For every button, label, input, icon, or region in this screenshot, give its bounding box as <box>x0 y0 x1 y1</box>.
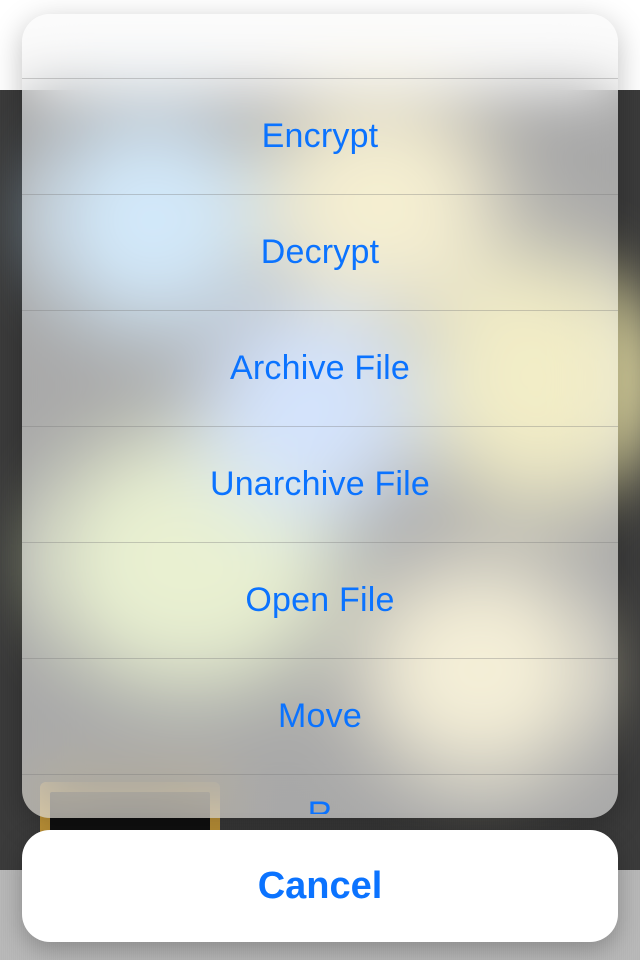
option-label: Unarchive File <box>210 465 430 504</box>
option-label: Archive File <box>230 349 410 388</box>
option-label: Open File <box>245 581 394 620</box>
option-move[interactable]: Move <box>22 658 618 774</box>
option-next-partial[interactable]: R <box>22 774 618 814</box>
cancel-button[interactable]: Cancel <box>22 830 618 942</box>
option-open-file[interactable]: Open File <box>22 542 618 658</box>
option-label: R <box>308 795 333 814</box>
option-label: Decrypt <box>261 233 380 272</box>
option-encrypt[interactable]: Encrypt <box>22 78 618 194</box>
option-label: Encrypt <box>262 117 379 156</box>
action-sheet: Encrypt Decrypt Archive File Unarchive F… <box>22 14 618 818</box>
option-label: Move <box>278 697 362 736</box>
option-decrypt[interactable]: Decrypt <box>22 194 618 310</box>
action-sheet-header <box>22 14 618 78</box>
option-archive-file[interactable]: Archive File <box>22 310 618 426</box>
cancel-label: Cancel <box>258 865 383 908</box>
option-unarchive-file[interactable]: Unarchive File <box>22 426 618 542</box>
